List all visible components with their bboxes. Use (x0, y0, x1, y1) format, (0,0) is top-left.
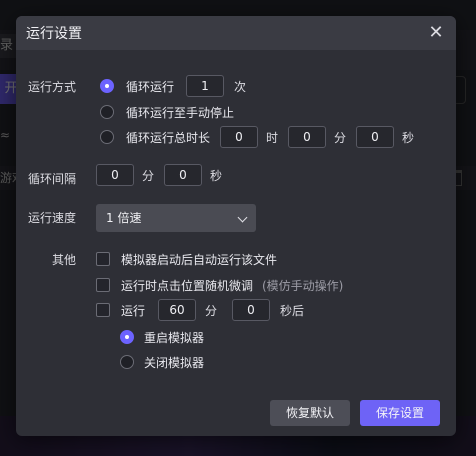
interval-seconds-unit: 秒 (210, 169, 223, 183)
speed-select-value: 1 倍速 (106, 211, 142, 225)
reset-defaults-button[interactable]: 恢复默认 (270, 400, 350, 426)
timed-seconds-unit: 秒后 (280, 304, 305, 318)
interval-seconds-input[interactable]: 0 (164, 164, 202, 186)
radio-loop-duration[interactable] (100, 130, 114, 144)
loop-count-unit: 次 (234, 80, 247, 94)
radio-loop-until-stop[interactable] (100, 105, 114, 119)
radio-loop-count-label: 循环运行 (126, 80, 175, 94)
jitter-note: (模仿手动操作) (262, 279, 344, 293)
timed-action-checkbox[interactable] (96, 303, 110, 317)
radio-loop-duration-label: 循环运行总时长 (126, 131, 211, 145)
interval-minutes-unit: 分 (142, 169, 155, 183)
autorun-checkbox-label: 模拟器启动后自动运行该文件 (121, 253, 278, 267)
run-mode-label: 运行方式 (28, 80, 77, 94)
duration-hours-input[interactable]: 0 (220, 126, 258, 148)
timed-minutes-input[interactable]: 60 (158, 299, 196, 321)
dialog-title: 运行设置 (26, 26, 82, 42)
duration-seconds-unit: 秒 (402, 131, 415, 145)
chevron-down-icon (237, 212, 248, 223)
autorun-checkbox[interactable] (96, 252, 110, 266)
loop-count-input[interactable]: 1 (186, 75, 224, 97)
radio-loop-count[interactable] (100, 79, 114, 93)
timed-minutes-unit: 分 (205, 304, 218, 318)
dialog-titlebar: 运行设置 ✕ (16, 16, 456, 50)
duration-minutes-input[interactable]: 0 (288, 126, 326, 148)
radio-restart-emulator-label: 重启模拟器 (144, 331, 205, 345)
close-icon[interactable]: ✕ (426, 23, 446, 43)
duration-hours-unit: 时 (266, 131, 279, 145)
radio-close-emulator[interactable] (120, 355, 134, 369)
jitter-checkbox[interactable] (96, 278, 110, 292)
speed-select[interactable]: 1 倍速 (96, 204, 256, 232)
duration-minutes-unit: 分 (334, 131, 347, 145)
timed-action-prefix: 运行 (121, 304, 146, 318)
radio-restart-emulator[interactable] (120, 330, 134, 344)
speed-label: 运行速度 (28, 211, 77, 225)
timed-seconds-input[interactable]: 0 (232, 299, 270, 321)
interval-label: 循环间隔 (28, 172, 77, 186)
other-label: 其他 (52, 253, 77, 267)
run-settings-dialog: 运行设置 ✕ 运行方式 循环运行 1 次 循环运行至手动停止 循环运行总时长 0… (16, 16, 456, 436)
interval-minutes-input[interactable]: 0 (96, 164, 134, 186)
radio-close-emulator-label: 关闭模拟器 (144, 356, 205, 370)
jitter-checkbox-label: 运行时点击位置随机微调 (121, 279, 254, 293)
save-settings-button[interactable]: 保存设置 (360, 400, 440, 426)
duration-seconds-input[interactable]: 0 (356, 126, 394, 148)
radio-loop-until-stop-label: 循环运行至手动停止 (126, 106, 235, 120)
